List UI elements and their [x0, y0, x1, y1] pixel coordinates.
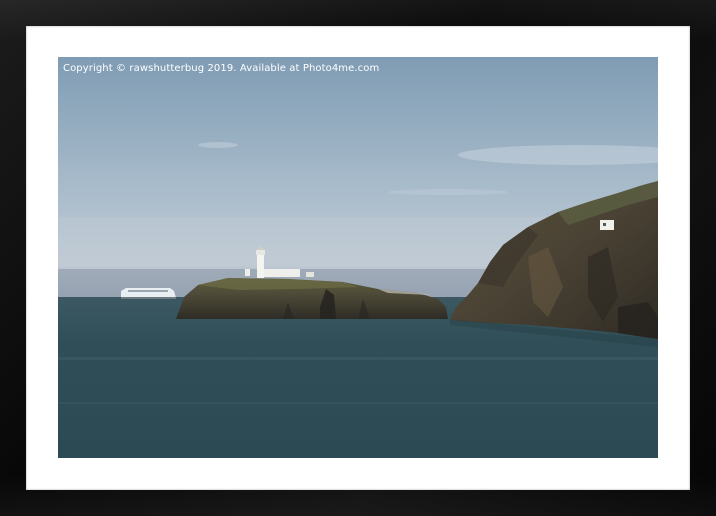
sea-highlight — [58, 402, 658, 404]
cloud — [388, 189, 508, 195]
cloud — [198, 142, 238, 148]
copyright-watermark: Copyright © rawshutterbug 2019. Availabl… — [63, 63, 380, 74]
landscape-photo — [58, 57, 658, 458]
ferry-ship — [121, 288, 176, 299]
sea-highlight — [58, 357, 658, 360]
photo-scene — [58, 57, 658, 458]
